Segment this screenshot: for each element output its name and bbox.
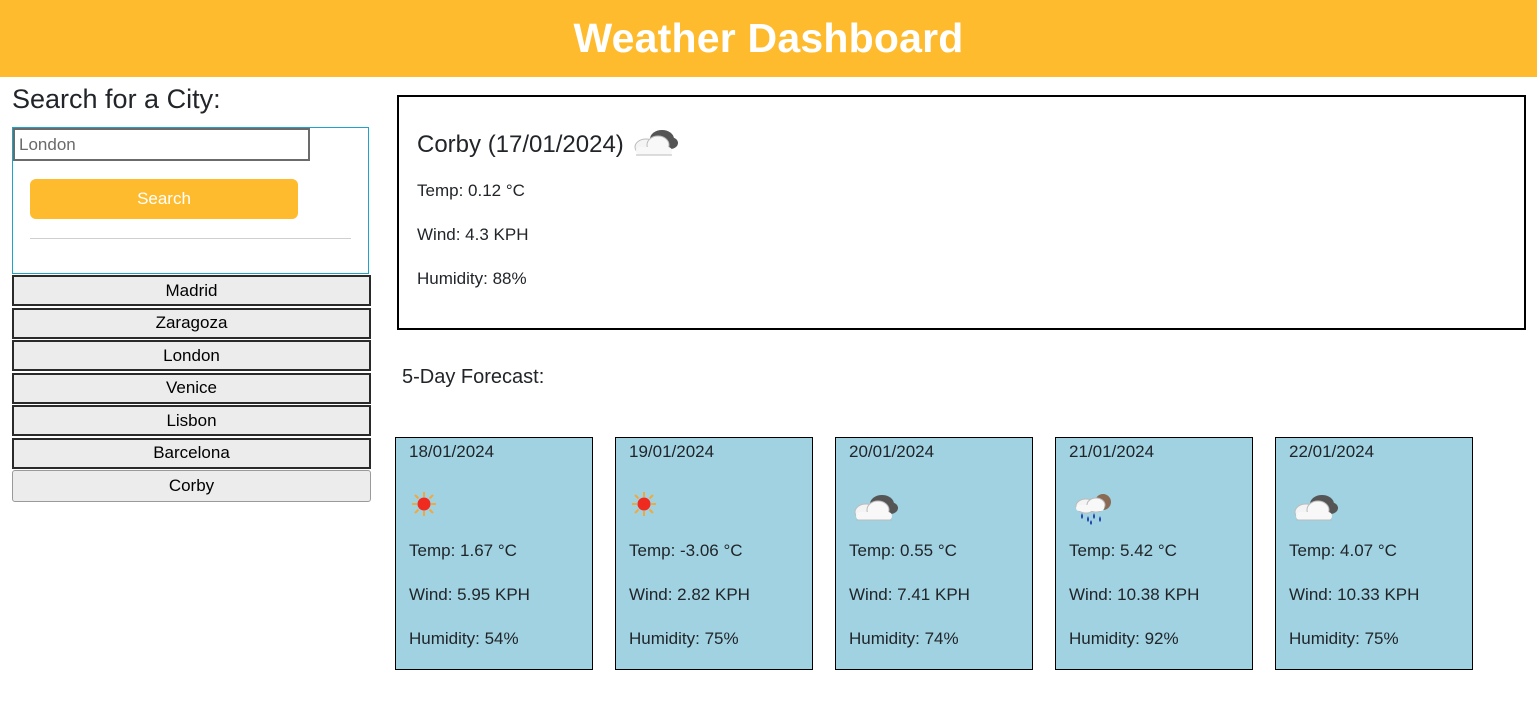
- forecast-card: 20/01/2024 Temp: 0.55 °C Wind: 7.41 KPH …: [835, 437, 1033, 670]
- forecast-humidity: Humidity: 74%: [849, 629, 959, 648]
- forecast-temp: Temp: 4.07 °C: [1289, 541, 1397, 560]
- city-search-input[interactable]: [13, 128, 310, 161]
- forecast-humidity: Humidity: 92%: [1069, 629, 1179, 648]
- forecast-humidity: Humidity: 75%: [1289, 629, 1399, 648]
- forecast-wind: Wind: 5.95 KPH: [409, 585, 530, 604]
- search-history-list: Madrid Zaragoza London Venice Lisbon Bar…: [12, 275, 371, 504]
- history-city-button[interactable]: Venice: [12, 372, 371, 404]
- forecast-date: 19/01/2024: [629, 442, 715, 461]
- forecast-card: 21/01/2024 Temp: 5.42 °C Wind: 10.38 KPH…: [1055, 437, 1253, 670]
- forecast-temp: Temp: 0.55 °C: [849, 541, 957, 560]
- forecast-card: 18/01/2024 Temp: 1.67 °C Wind: 5.95 KPH …: [395, 437, 593, 670]
- forecast-wind: Wind: 7.41 KPH: [849, 585, 970, 604]
- history-city-button[interactable]: Corby: [12, 470, 371, 502]
- forecast-date: 21/01/2024: [1069, 442, 1155, 461]
- search-button[interactable]: Search: [30, 179, 298, 219]
- forecast-temp: Temp: 5.42 °C: [1069, 541, 1177, 560]
- sun-icon: [630, 490, 658, 522]
- forecast-heading: 5-Day Forecast:: [402, 366, 545, 388]
- current-humidity: Humidity: 88%: [417, 269, 527, 288]
- forecast-card: 19/01/2024 Temp: -3.06 °C Wind: 2.82 KPH…: [615, 437, 813, 670]
- current-temp: Temp: 0.12 °C: [417, 181, 525, 200]
- current-weather-title: Corby (17/01/2024): [417, 123, 680, 166]
- forecast-temp: Temp: 1.67 °C: [409, 541, 517, 560]
- search-heading: Search for a City:: [12, 84, 221, 114]
- header-bar: Weather Dashboard: [0, 0, 1537, 77]
- history-city-button[interactable]: Barcelona: [12, 437, 371, 469]
- forecast-date: 20/01/2024: [849, 442, 935, 461]
- forecast-date: 18/01/2024: [409, 442, 495, 461]
- search-panel: Search: [12, 127, 369, 274]
- cloud-icon: [1290, 490, 1340, 528]
- forecast-humidity: Humidity: 54%: [409, 629, 519, 648]
- forecast-wind: Wind: 10.33 KPH: [1289, 585, 1420, 604]
- current-wind: Wind: 4.3 KPH: [417, 225, 529, 244]
- current-city-date: Corby (17/01/2024): [417, 130, 624, 158]
- rain-icon: [1070, 490, 1116, 530]
- history-city-button[interactable]: Madrid: [12, 275, 371, 306]
- page-title: Weather Dashboard: [573, 15, 964, 61]
- forecast-wind: Wind: 2.82 KPH: [629, 585, 750, 604]
- forecast-humidity: Humidity: 75%: [629, 629, 739, 648]
- history-city-button[interactable]: Lisbon: [12, 405, 371, 436]
- sun-icon: [410, 490, 438, 522]
- forecast-temp: Temp: -3.06 °C: [629, 541, 743, 560]
- history-city-button[interactable]: Zaragoza: [12, 307, 371, 339]
- cloud-icon: [850, 490, 900, 528]
- search-divider: [30, 238, 351, 239]
- forecast-card: 22/01/2024 Temp: 4.07 °C Wind: 10.33 KPH…: [1275, 437, 1473, 670]
- forecast-date: 22/01/2024: [1289, 442, 1375, 461]
- history-city-button[interactable]: London: [12, 340, 371, 371]
- forecast-wind: Wind: 10.38 KPH: [1069, 585, 1200, 604]
- partly-cloudy-icon: [630, 123, 680, 166]
- current-weather-panel: Corby (17/01/2024) Temp: 0.12 °C Wind: 4…: [397, 95, 1526, 330]
